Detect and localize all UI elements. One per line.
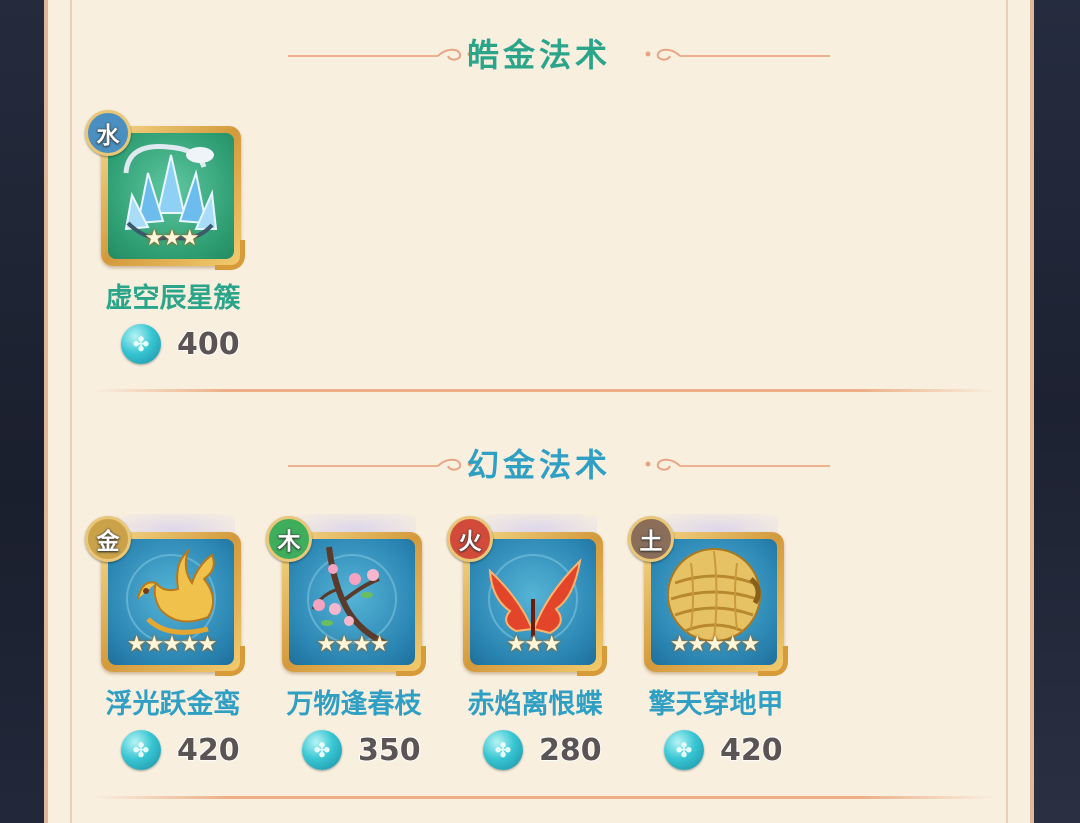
item-name: 虚空辰星簇 (105, 283, 241, 314)
background-right (1034, 0, 1080, 823)
price-value: 280 (538, 732, 602, 769)
spell-card-qingtian[interactable]: ★★★★★ 土 擎天穿地甲 ✤ 420 (628, 514, 804, 786)
element-badge-earth: 土 (628, 516, 674, 562)
price-row: ✤ 280 (483, 728, 602, 772)
price-value: 350 (357, 732, 421, 769)
frame-curl-ornament (396, 646, 426, 676)
shop-panel: 皓金法术 ★★★ 水 虚空辰星簇 ✤ 400 幻金法术 ★★★★★ 金 浮光跃金… (44, 0, 1034, 823)
price-value: 420 (719, 732, 783, 769)
background-left (0, 0, 44, 823)
element-badge-fire: 火 (447, 516, 493, 562)
spell-card-chiyan[interactable]: ★★★ 火 赤焰离恨蝶 ✤ 280 (447, 514, 623, 786)
item-name: 赤焰离恨蝶 (467, 689, 603, 720)
price-row: ✤ 420 (121, 728, 240, 772)
frame-curl-ornament (215, 240, 245, 270)
cyan-orb-icon: ✤ (664, 730, 704, 770)
cyan-orb-icon: ✤ (121, 730, 161, 770)
frame-curl-ornament (577, 646, 607, 676)
frame-curl-ornament (215, 646, 245, 676)
price-value: 400 (176, 326, 240, 363)
element-badge-wood: 木 (266, 516, 312, 562)
spell-card-fuguang[interactable]: ★★★★★ 金 浮光跃金鸾 ✤ 420 (85, 514, 261, 786)
spell-card-xukong[interactable]: ★★★ 水 虚空辰星簇 ✤ 400 (85, 110, 261, 370)
element-badge-metal: 金 (85, 516, 131, 562)
price-row: ✤ 420 (664, 728, 783, 772)
cyan-orb-icon: ✤ (121, 324, 161, 364)
item-name: 万物逢春枝 (286, 689, 422, 720)
section-divider (94, 796, 994, 799)
item-name: 擎天穿地甲 (648, 689, 784, 720)
price-row: ✤ 400 (121, 322, 240, 366)
title-right-ornament (645, 458, 830, 471)
cyan-orb-icon: ✤ (302, 730, 342, 770)
title-right-ornament (645, 48, 830, 61)
item-name: 浮光跃金鸾 (105, 689, 241, 720)
element-badge-water: 水 (85, 110, 131, 156)
price-value: 420 (176, 732, 240, 769)
frame-curl-ornament (758, 646, 788, 676)
price-row: ✤ 350 (302, 728, 421, 772)
section-divider (94, 389, 994, 392)
spell-card-wanwu[interactable]: ★★★★ 木 万物逢春枝 ✤ 350 (266, 514, 442, 786)
cyan-orb-icon: ✤ (483, 730, 523, 770)
